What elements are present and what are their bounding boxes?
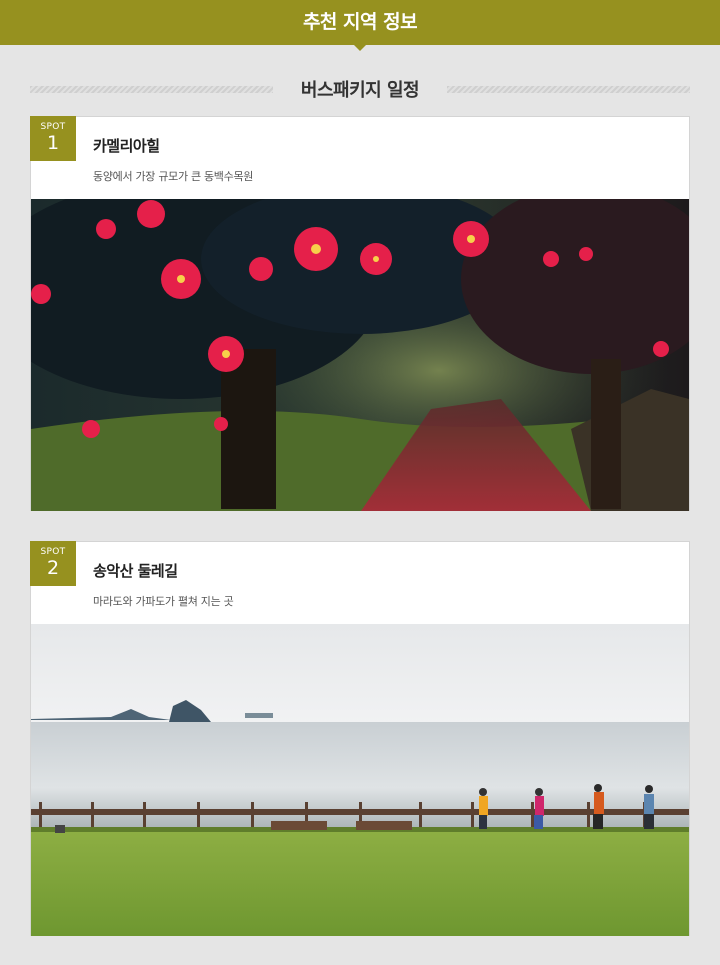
spot-name-2: 송악산 둘레길: [93, 562, 178, 580]
heading-divider-right: [447, 86, 690, 93]
spot-card-2: SPOT 2 송악산 둘레길 마라도와 가파도가 펼쳐 지는 곳: [30, 541, 690, 936]
header-banner: 추천 지역 정보: [0, 0, 720, 51]
spot-badge-number: 1: [46, 132, 60, 154]
spot-card-1: SPOT 1 카멜리아힐 동양에서 가장 규모가 큰 동백수목원: [30, 116, 690, 511]
spot-name-1: 카멜리아힐: [93, 137, 160, 155]
spot-description-1: 동양에서 가장 규모가 큰 동백수목원: [93, 170, 254, 183]
spot-badge-number: 2: [46, 557, 60, 579]
header-title: 추천 지역 정보: [302, 11, 418, 33]
section-heading: 버스패키지 일정: [30, 74, 690, 104]
header-pointer-icon: [354, 45, 366, 51]
spot-badge-1: SPOT 1: [30, 116, 76, 161]
camellia-garden-photo: [31, 199, 689, 511]
spot-badge-label: SPOT: [40, 122, 66, 132]
spot-description-2: 마라도와 가파도가 펼쳐 지는 곳: [93, 595, 234, 608]
seaside-trail-photo: [31, 624, 689, 936]
spot-badge-2: SPOT 2: [30, 541, 76, 586]
spot-badge-label: SPOT: [40, 547, 66, 557]
